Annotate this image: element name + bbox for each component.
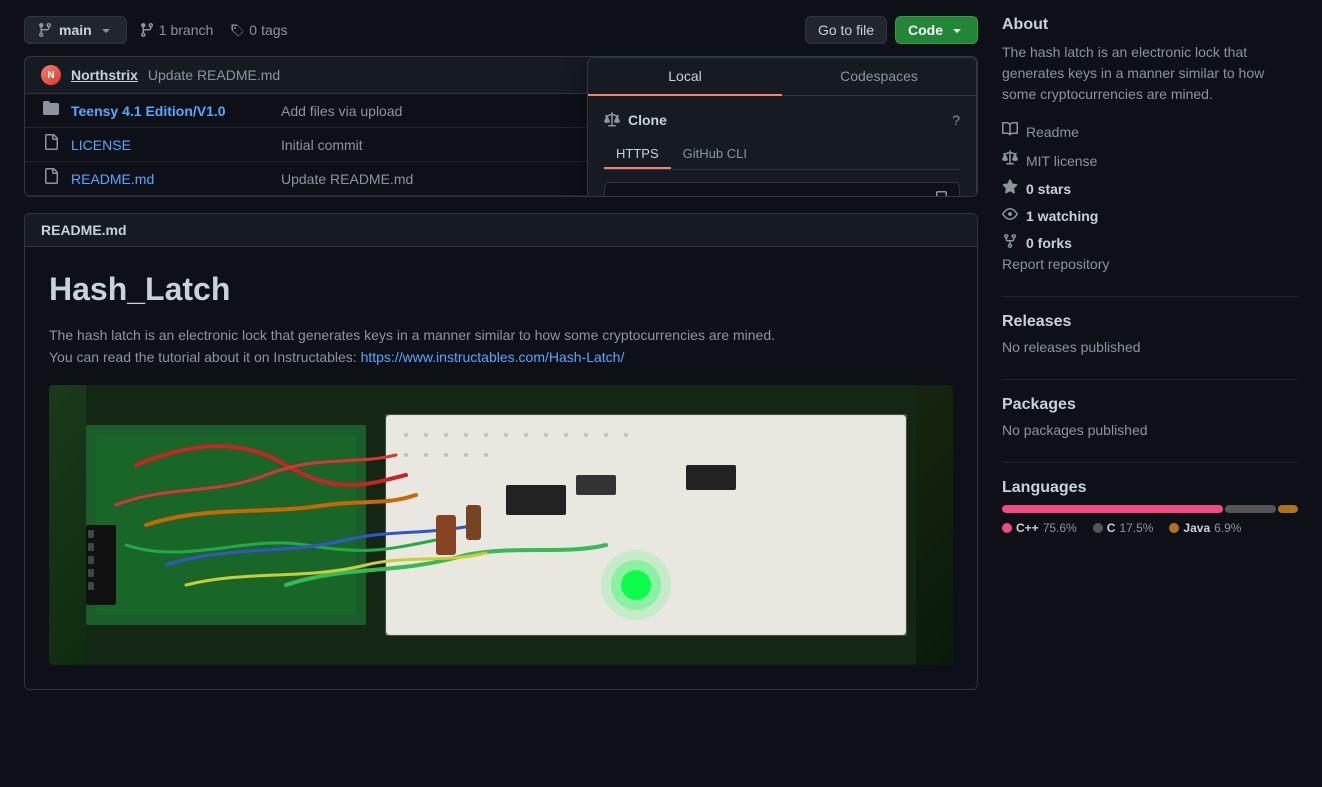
clone-url: https://github.com/Northstrix/Hash_Latch… [615, 194, 921, 198]
forks-link[interactable]: 0 forks [1026, 235, 1072, 251]
readme-section: README.md Hash_Latch The hash latch is a… [24, 213, 978, 690]
packages-section: Packages No packages published [1002, 396, 1298, 438]
java-percent: 6.9% [1214, 521, 1241, 535]
c-lang: C 17.5% [1093, 521, 1154, 535]
clone-help-icon[interactable]: ? [952, 112, 960, 128]
report-repository-link[interactable]: Report repository [1002, 256, 1109, 272]
releases-section: Releases No releases published [1002, 313, 1298, 355]
fork-icon [1002, 233, 1018, 252]
c-segment [1225, 505, 1276, 513]
branch-selector[interactable]: main [24, 16, 127, 44]
file-name[interactable]: LICENSE [71, 137, 271, 153]
star-icon [1002, 179, 1018, 198]
branch-link[interactable]: 1 branch [139, 22, 214, 38]
sidebar: About The hash latch is an electronic lo… [1002, 16, 1298, 690]
readme-header: README.md [25, 214, 977, 247]
releases-title: Releases [1002, 313, 1298, 331]
java-name: Java [1183, 521, 1210, 535]
top-bar-right: Go to file Code [805, 16, 978, 44]
clone-title-row: Clone ? [604, 112, 960, 128]
file-icon [41, 134, 61, 155]
readme-content: Hash_Latch The hash latch is an electron… [25, 247, 977, 689]
no-packages: No packages published [1002, 422, 1298, 438]
book-icon [1002, 121, 1018, 142]
about-title: About [1002, 16, 1298, 34]
file-list: N Northstrix Update README.md Teensy 4.1… [24, 56, 978, 197]
cpp-name: C++ [1016, 521, 1039, 535]
cpp-lang: C++ 75.6% [1002, 521, 1077, 535]
no-releases: No releases published [1002, 339, 1298, 355]
c-name: C [1107, 521, 1116, 535]
avatar: N [41, 65, 61, 85]
cpp-segment [1002, 505, 1223, 513]
branch-label: branch [170, 22, 213, 38]
clone-dropdown: Local Codespaces Clone ? HT [587, 57, 977, 197]
sidebar-divider-1 [1002, 296, 1298, 297]
branch-count: 1 [159, 22, 167, 38]
clone-body: Clone ? HTTPS GitHub CLI https://github.… [588, 96, 976, 197]
languages-title: Languages [1002, 479, 1298, 497]
java-segment [1278, 505, 1298, 513]
readme-image: // We'll use SVG patterns instead [49, 385, 953, 665]
tags-count: 0 [249, 22, 257, 38]
goto-file-button[interactable]: Go to file [805, 16, 887, 44]
readme-link[interactable]: Readme [1002, 117, 1298, 146]
file-icon [41, 168, 61, 189]
protocol-tabs: HTTPS GitHub CLI [604, 140, 960, 170]
about-section: About The hash latch is an electronic lo… [1002, 16, 1298, 272]
clone-tabs: Local Codespaces [588, 58, 976, 96]
file-name[interactable]: Teensy 4.1 Edition/V1.0 [71, 103, 271, 119]
eye-icon [1002, 206, 1018, 225]
clone-title: Clone [604, 112, 667, 128]
meta-links: 1 branch 0 tags [139, 22, 288, 38]
stars-stat: 0 stars [1002, 175, 1298, 202]
readme-label: Readme [1026, 124, 1079, 140]
packages-title: Packages [1002, 396, 1298, 414]
codespaces-tab[interactable]: Codespaces [782, 58, 976, 95]
license-link[interactable]: MIT license [1002, 146, 1298, 175]
tags-label: tags [261, 22, 287, 38]
languages-section: Languages C++ 75.6% C 17.5% [1002, 479, 1298, 535]
cpp-dot [1002, 523, 1012, 533]
watching-link[interactable]: 1 watching [1026, 208, 1098, 224]
code-button[interactable]: Code [895, 16, 978, 44]
forks-stat: 0 forks [1002, 229, 1298, 256]
java-lang: Java 6.9% [1169, 521, 1241, 535]
github-cli-tab[interactable]: GitHub CLI [671, 140, 759, 169]
sidebar-divider-3 [1002, 462, 1298, 463]
language-legend: C++ 75.6% C 17.5% Java 6.9% [1002, 521, 1298, 535]
tags-link[interactable]: 0 tags [229, 22, 287, 38]
top-bar: main 1 branch 0 tag [24, 16, 978, 44]
java-dot [1169, 523, 1179, 533]
url-row: https://github.com/Northstrix/Hash_Latch… [604, 182, 960, 197]
file-name[interactable]: README.md [71, 171, 271, 187]
commit-author[interactable]: Northstrix [71, 67, 138, 83]
cpp-percent: 75.6% [1043, 521, 1077, 535]
readme-title: Hash_Latch [49, 271, 953, 308]
commit-message: Update README.md [148, 67, 280, 83]
folder-icon [41, 100, 61, 121]
about-description: The hash latch is an electronic lock tha… [1002, 42, 1298, 105]
https-tab[interactable]: HTTPS [604, 140, 671, 169]
license-label: MIT license [1026, 153, 1097, 169]
c-percent: 17.5% [1119, 521, 1153, 535]
watching-stat: 1 watching [1002, 202, 1298, 229]
stars-link[interactable]: 0 stars [1026, 181, 1071, 197]
branch-name: main [59, 22, 92, 38]
sidebar-divider-2 [1002, 379, 1298, 380]
language-bar [1002, 505, 1298, 513]
copy-url-button[interactable] [929, 189, 949, 197]
scale-icon [1002, 150, 1018, 171]
readme-desc: The hash latch is an electronic lock tha… [49, 324, 953, 369]
c-dot [1093, 523, 1103, 533]
readme-link[interactable]: https://www.instructables.com/Hash-Latch… [361, 349, 625, 365]
local-tab[interactable]: Local [588, 58, 782, 96]
